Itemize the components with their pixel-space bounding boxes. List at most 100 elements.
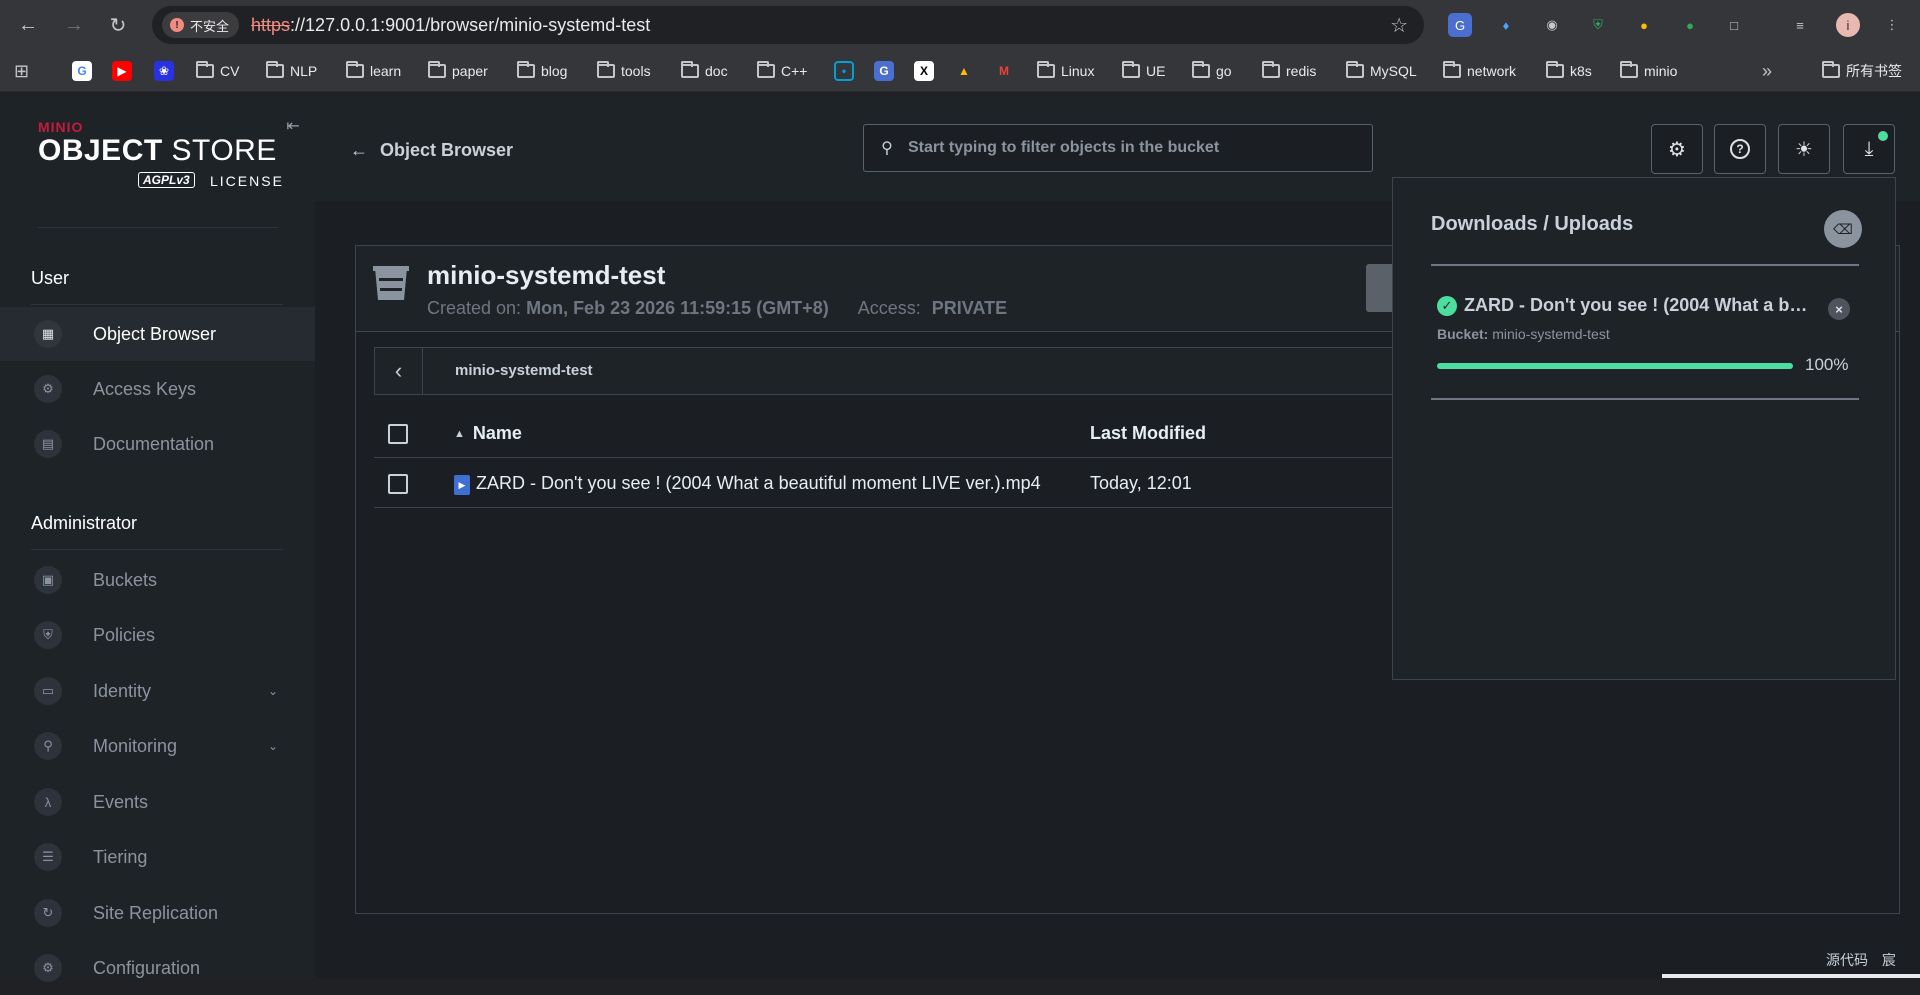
collapse-sidebar-icon[interactable]: ⇤	[282, 115, 304, 137]
address-bar[interactable]: ! 不安全 https://127.0.0.1:9001/browser/min…	[152, 6, 1424, 44]
source-code-label[interactable]: 源代码	[1826, 952, 1868, 968]
more-bookmarks-icon[interactable]: »	[1762, 60, 1772, 82]
object-name[interactable]: ZARD - Don't you see ! (2004 What a beau…	[476, 473, 1041, 494]
gmail-icon: M	[999, 64, 1009, 78]
bookmark-folder-cv[interactable]: CV	[196, 60, 239, 82]
bookmark-folder-learn[interactable]: learn	[346, 60, 401, 82]
chevron-down-icon[interactable]: ⌄	[268, 739, 278, 753]
sidebar-item-site-replication[interactable]: ↻ Site Replication	[0, 886, 315, 940]
bookmark-folder-redis[interactable]: redis	[1262, 60, 1316, 82]
id-card-icon: ▭	[34, 677, 62, 705]
bookmark-folder-mysql[interactable]: MySQL	[1346, 60, 1417, 82]
user-section-title: User	[31, 268, 70, 288]
download-tray-icon: ⤓	[1864, 137, 1874, 160]
lambda-icon: λ	[34, 788, 62, 816]
logo-license: LICENSE	[210, 173, 284, 189]
glasses-extension-icon[interactable]: ◉	[1540, 13, 1564, 37]
access-value: PRIVATE	[931, 298, 1008, 318]
back-to-object-browser[interactable]: ← Object Browser	[350, 140, 513, 161]
insecure-badge[interactable]: ! 不安全	[162, 12, 240, 38]
divider	[1431, 398, 1859, 400]
filter-objects-search[interactable]: ⚲	[863, 124, 1373, 172]
settings-button[interactable]: ⚙	[1651, 124, 1703, 174]
bookmark-drive[interactable]: ▲	[954, 60, 974, 82]
row-checkbox[interactable]	[388, 474, 408, 494]
bookmark-baidu[interactable]: ❀	[154, 60, 174, 82]
bookmark-youtube[interactable]: ▶	[112, 60, 132, 82]
notification-dot	[1878, 131, 1888, 141]
bookmark-folder-linux[interactable]: Linux	[1037, 60, 1094, 82]
x-icon: X	[914, 61, 934, 81]
bookmark-label: CV	[220, 63, 240, 79]
bookmark-folder-go[interactable]: go	[1192, 60, 1232, 82]
shield-extension-icon[interactable]: ⛨	[1586, 13, 1610, 37]
sidebar-item-configuration[interactable]: ⚙ Configuration	[0, 941, 315, 995]
diamond-extension-icon[interactable]: ♦	[1494, 13, 1518, 37]
search-input[interactable]	[908, 139, 1348, 157]
bookmark-label: tools	[621, 63, 651, 79]
media-list-icon[interactable]: ≡	[1788, 13, 1812, 37]
puzzle-icon[interactable]: □	[1722, 13, 1746, 37]
apps-grid-icon[interactable]: ⊞	[14, 60, 29, 82]
bookmark-translate[interactable]: G	[874, 60, 894, 82]
bookmark-label: NLP	[290, 63, 318, 79]
bookmark-folder-paper[interactable]: paper	[428, 60, 488, 82]
url-text[interactable]: https://127.0.0.1:9001/browser/minio-sys…	[251, 15, 650, 36]
column-name[interactable]: ▲ Name	[454, 423, 522, 444]
folder-icon	[1122, 61, 1140, 78]
select-all-checkbox[interactable]	[388, 424, 408, 444]
bookmark-folder-k8s[interactable]: k8s	[1546, 60, 1592, 82]
bookmark-folder-ue[interactable]: UE	[1122, 60, 1165, 82]
bookmark-folder-nlp[interactable]: NLP	[266, 60, 317, 82]
bookmark-gmail[interactable]: M	[994, 60, 1014, 82]
close-icon[interactable]: ×	[1828, 298, 1850, 320]
sidebar-item-label: Tiering	[93, 846, 148, 867]
bookmark-label: network	[1467, 63, 1517, 79]
breadcrumb-item[interactable]: minio-systemd-test	[455, 362, 593, 379]
bookmark-folder-tools[interactable]: tools	[597, 60, 651, 82]
bookmark-folder-doc[interactable]: doc	[681, 60, 728, 82]
forward-arrow-icon[interactable]: →	[60, 11, 88, 39]
colorful-extension-icon[interactable]: ●	[1632, 13, 1656, 37]
sidebar-item-policies[interactable]: ⛨ Policies	[0, 608, 315, 662]
avatar[interactable]: i	[1836, 13, 1860, 37]
bucket-value: minio-systemd-test	[1492, 326, 1610, 342]
bookmark-folder-all[interactable]: 所有书签	[1822, 60, 1902, 82]
reload-icon[interactable]: ↻	[104, 11, 132, 39]
sidebar-item-object-browser[interactable]: ▦ Object Browser	[0, 307, 315, 361]
theme-toggle-button[interactable]: ☀	[1778, 124, 1830, 174]
bookmark-folder-blog[interactable]: blog	[517, 60, 567, 82]
help-button[interactable]: ?	[1714, 124, 1766, 174]
bucket-icon	[373, 266, 409, 300]
bookmark-folder-cpp[interactable]: C++	[757, 60, 807, 82]
search-icon: ⚲	[881, 140, 893, 157]
sidebar-item-events[interactable]: λ Events	[0, 775, 315, 829]
sidebar-item-access-keys[interactable]: ⚙ Access Keys	[0, 362, 315, 416]
bookmark-label: Linux	[1061, 63, 1095, 79]
sidebar-item-identity[interactable]: ▭ Identity ⌄	[0, 664, 315, 718]
back-arrow-icon[interactable]: ←	[14, 11, 42, 39]
sidebar-item-tiering[interactable]: ☰ Tiering	[0, 830, 315, 884]
bookmark-x[interactable]: X	[914, 60, 934, 82]
clear-all-icon[interactable]: ⌫	[1824, 210, 1862, 248]
sidebar-item-monitoring[interactable]: ⚲ Monitoring ⌄	[0, 719, 315, 773]
bookmark-folder-network[interactable]: network	[1443, 60, 1516, 82]
translate-extension-icon[interactable]: G	[1448, 13, 1472, 37]
bottom-strip	[1662, 974, 1920, 978]
progress-bar	[1437, 363, 1793, 369]
sidebar-item-buckets[interactable]: ▣ Buckets	[0, 553, 315, 607]
progress-fill	[1437, 363, 1793, 369]
chevron-down-icon[interactable]: ⌄	[268, 684, 278, 698]
divider	[31, 304, 283, 305]
bookmark-bilibili[interactable]: •	[834, 60, 854, 82]
downloads-button[interactable]: ⤓	[1843, 124, 1895, 174]
column-last-modified[interactable]: Last Modified	[1090, 423, 1206, 444]
bookmark-folder-minio[interactable]: minio	[1620, 60, 1677, 82]
star-icon[interactable]: ☆	[1390, 13, 1408, 38]
sidebar-item-documentation[interactable]: ▤ Documentation	[0, 417, 315, 471]
bookmark-google[interactable]: G	[72, 60, 92, 82]
chevron-left-icon[interactable]: ‹	[375, 348, 423, 394]
globe-extension-icon[interactable]: ●	[1678, 13, 1702, 37]
logo-object: OBJECT	[38, 134, 163, 167]
kebab-menu-icon[interactable]: ⋮	[1880, 13, 1904, 37]
